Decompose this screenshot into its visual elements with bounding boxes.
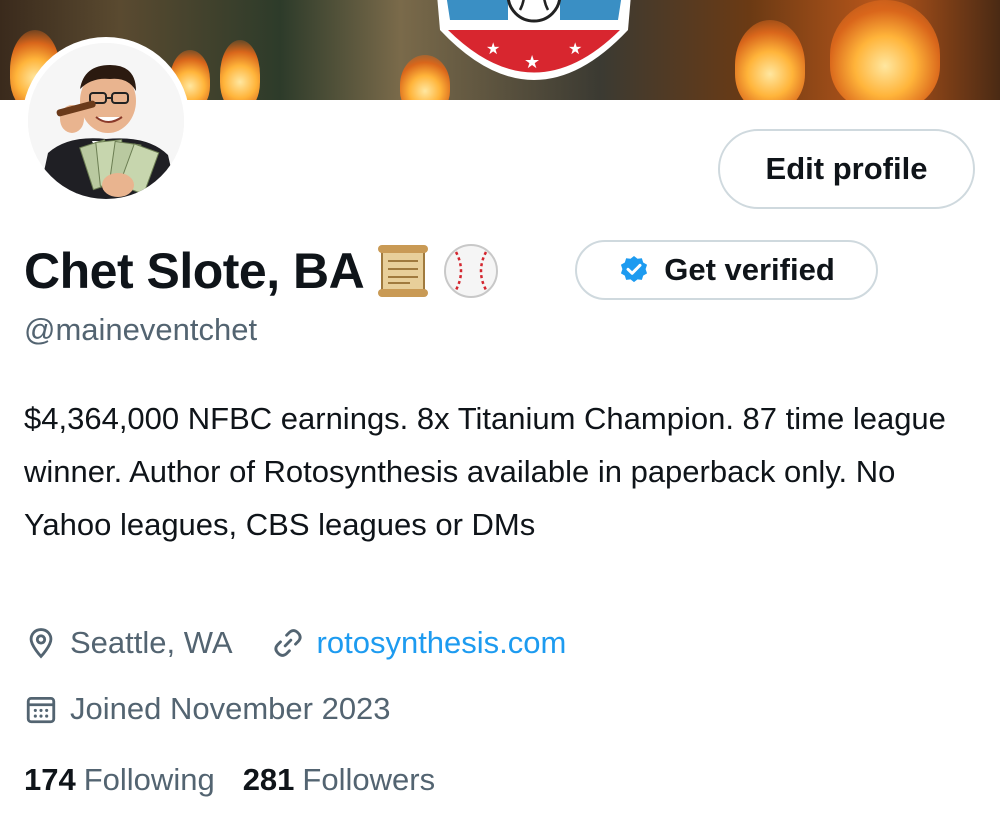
profile-meta-row: Seattle, WA rotosynthesis.com [24,625,566,661]
svg-text:★: ★ [524,52,540,73]
following-label: Following [83,762,215,797]
location-pin-icon [29,628,53,659]
profile-name-row: Chet Slote, BA [24,236,500,306]
avatar[interactable] [22,37,190,205]
edit-profile-button[interactable]: Edit profile [718,129,975,209]
profile-location: Seattle, WA [70,625,233,660]
banner-logo: ★ ★ ★ [437,0,631,80]
profile-bio: $4,364,000 NFBC earnings. 8x Titanium Ch… [24,401,946,542]
scroll-icon [378,245,429,297]
display-name: Chet Slote, BA [24,243,365,299]
profile-website-link[interactable]: rotosynthesis.com [317,625,567,661]
get-verified-label: Get verified [664,252,835,287]
followers-label: Followers [302,762,436,797]
profile-photo-illustration [28,43,184,199]
link-icon [273,629,302,657]
get-verified-button[interactable]: Get verified [575,240,878,300]
following-link[interactable]: 174 Following [24,762,215,798]
followers-link[interactable]: 281 Followers [243,762,435,798]
banner-flame [220,40,260,100]
svg-text:★: ★ [486,39,500,58]
followers-count: 281 [242,762,295,797]
banner-flame [735,20,805,100]
profile-stats: 174 Following 281 Followers [24,762,435,798]
following-count: 174 [24,762,76,797]
verified-badge-icon [621,256,648,283]
profile-joined-row: Joined November 2023 [24,691,391,727]
profile-joined-date: Joined November 2023 [70,691,391,726]
edit-profile-label: Edit profile [765,151,928,186]
banner-flame [830,0,940,100]
baseball-icon [444,244,499,298]
calendar-icon [26,696,56,724]
svg-text:★: ★ [568,39,582,58]
avatar-image [28,43,184,199]
profile-handle: @maineventchet [24,312,258,347]
